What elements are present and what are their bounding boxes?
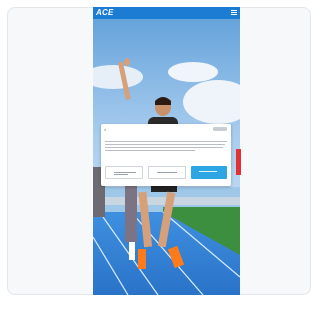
close-icon[interactable]: × bbox=[104, 127, 109, 132]
consent-provider-logo bbox=[213, 127, 227, 131]
dialog-title bbox=[105, 134, 215, 139]
carousel-dot[interactable] bbox=[154, 305, 156, 307]
dialog-body-text bbox=[105, 141, 227, 155]
cookie-consent-dialog: × bbox=[101, 124, 231, 186]
hamburger-menu-icon[interactable] bbox=[231, 10, 237, 16]
carousel-dot[interactable] bbox=[158, 305, 160, 307]
side-feedback-tab[interactable] bbox=[236, 149, 241, 175]
site-logo[interactable]: ACE bbox=[96, 8, 114, 18]
reject-cookies-button[interactable] bbox=[148, 166, 186, 179]
site-header: ACE bbox=[93, 7, 240, 19]
cookie-settings-button[interactable] bbox=[105, 166, 143, 179]
accept-cookies-button[interactable] bbox=[191, 166, 227, 179]
dialog-actions bbox=[105, 166, 227, 179]
carousel-dots[interactable] bbox=[154, 294, 164, 307]
